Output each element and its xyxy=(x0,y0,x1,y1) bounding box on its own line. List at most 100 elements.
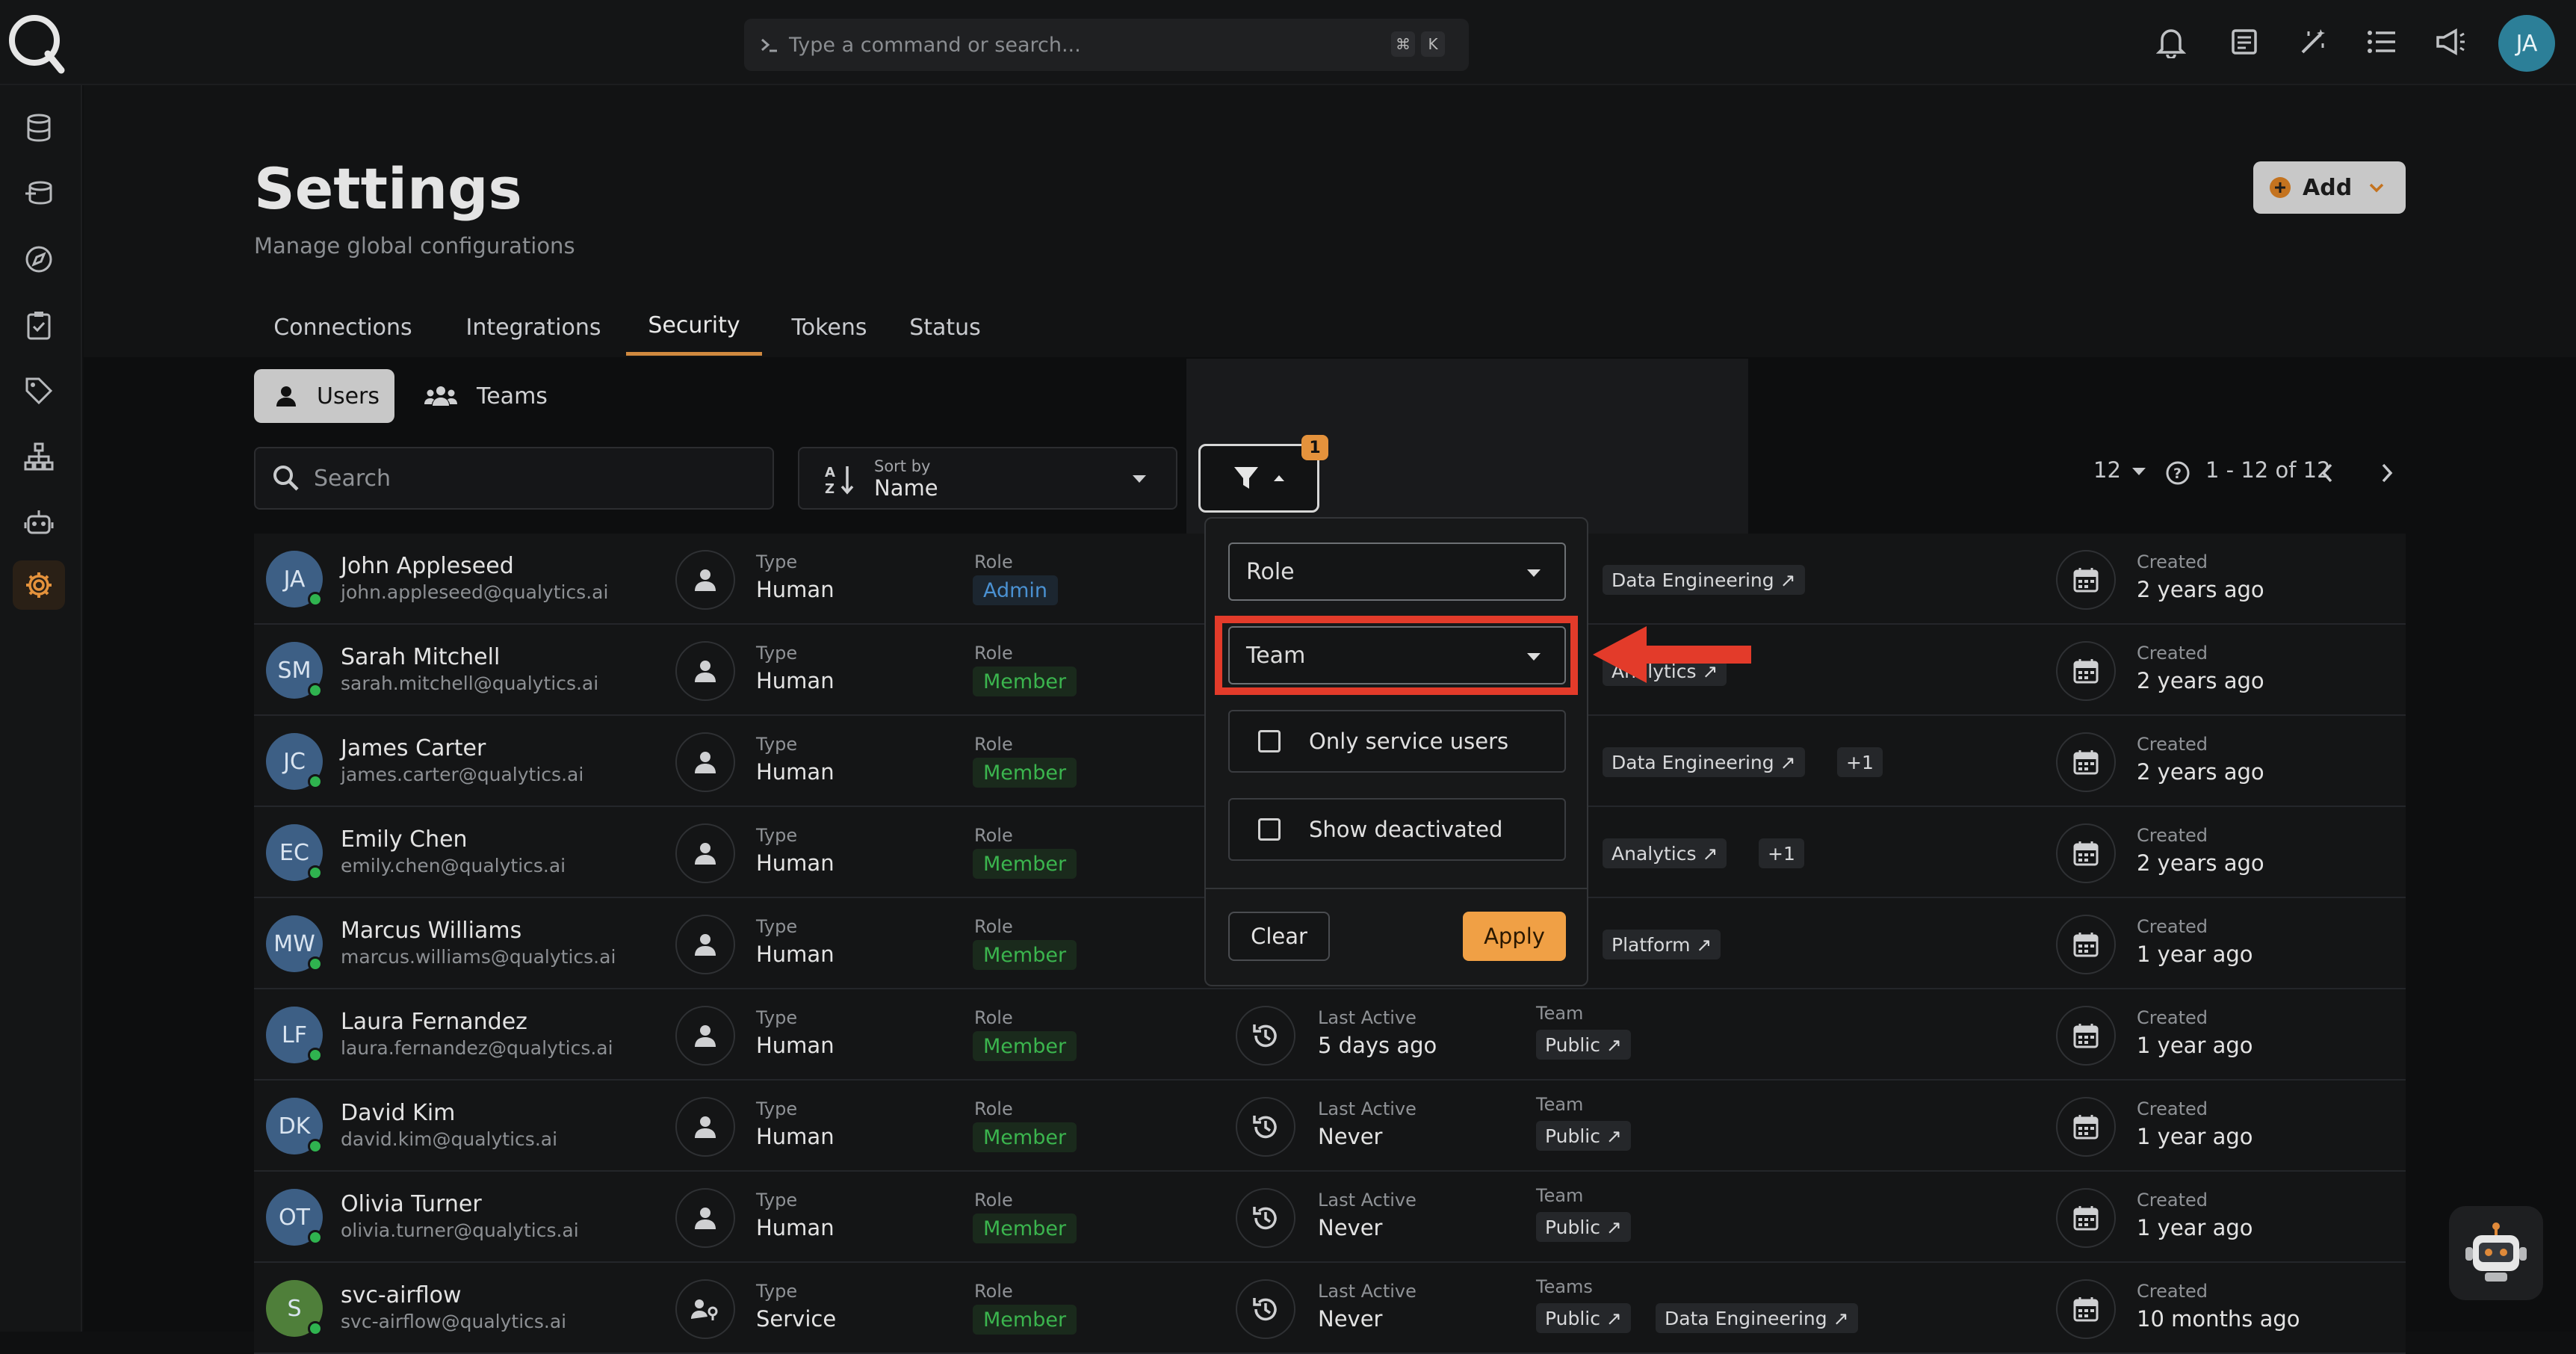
created-value: 2 years ago xyxy=(2137,668,2264,693)
filter-panel: Role Team Only service users Show deacti… xyxy=(1204,517,1588,986)
calendar-icon xyxy=(2056,732,2116,792)
type-label: Type xyxy=(756,825,798,846)
help-icon[interactable]: ? xyxy=(2165,460,2190,486)
filter-count-badge: 1 xyxy=(1301,435,1328,460)
megaphone-icon[interactable] xyxy=(2430,21,2471,63)
filter-icon xyxy=(1234,467,1258,489)
user-name[interactable]: Olivia Turner xyxy=(341,1191,482,1217)
user-name[interactable]: Sarah Mitchell xyxy=(341,644,500,670)
search-input[interactable]: Search xyxy=(254,447,774,510)
created-value: 1 year ago xyxy=(2137,1033,2253,1058)
user-email: laura.fernandez@qualytics.ai xyxy=(341,1037,613,1059)
created-label: Created xyxy=(2137,734,2208,755)
only-service-users-checkbox[interactable]: Only service users xyxy=(1228,710,1566,773)
team-tag[interactable]: Public ↗ xyxy=(1536,1030,1631,1060)
online-status-dot xyxy=(308,956,323,971)
user-email: john.appleseed@qualytics.ai xyxy=(341,581,609,603)
calendar-icon xyxy=(2056,641,2116,701)
team-tag[interactable]: Data Engineering ↗ xyxy=(1603,565,1805,595)
list-icon[interactable] xyxy=(2361,21,2403,63)
role-label: Role xyxy=(974,916,1013,937)
tab-security[interactable]: Security xyxy=(626,299,762,356)
assistant-bot-button[interactable] xyxy=(2449,1206,2543,1300)
add-button[interactable]: Add xyxy=(2253,161,2406,214)
magic-wand-icon[interactable] xyxy=(2292,21,2334,63)
calendar-icon xyxy=(2056,823,2116,883)
type-value: Human xyxy=(756,1215,835,1240)
tab-tokens[interactable]: Tokens xyxy=(777,299,882,356)
type-value: Human xyxy=(756,942,835,967)
user-name[interactable]: Marcus Williams xyxy=(341,918,521,944)
created-value: 2 years ago xyxy=(2137,759,2264,785)
show-deactivated-checkbox[interactable]: Show deactivated xyxy=(1228,798,1566,861)
user-name[interactable]: svc-airflow xyxy=(341,1282,462,1308)
user-icon xyxy=(675,823,735,883)
database-icon[interactable] xyxy=(13,103,65,152)
online-status-dot xyxy=(308,1230,323,1245)
team-tag[interactable]: +1 xyxy=(1759,838,1804,868)
chevron-right-icon[interactable] xyxy=(2379,462,2395,484)
robot-icon[interactable] xyxy=(13,498,65,547)
created-label: Created xyxy=(2137,1190,2208,1211)
terminal-icon xyxy=(761,38,777,52)
tab-status[interactable]: Status xyxy=(894,299,997,356)
compass-icon[interactable] xyxy=(13,235,65,284)
team-tag[interactable]: Data Engineering ↗ xyxy=(1656,1303,1858,1333)
user-icon xyxy=(675,641,735,701)
user-name[interactable]: David Kim xyxy=(341,1100,455,1126)
role-badge: Member xyxy=(973,1214,1077,1243)
team-tag[interactable]: Public ↗ xyxy=(1536,1303,1631,1333)
last-active-value: 5 days ago xyxy=(1318,1033,1437,1058)
table-row[interactable]: OT Olivia Turner olivia.turner@qualytics.a… xyxy=(254,1172,2406,1263)
calendar-icon xyxy=(2056,550,2116,610)
user-avatar[interactable]: JA xyxy=(2498,15,2555,72)
robot-assistant-icon xyxy=(2465,1222,2527,1282)
qualytics-logo[interactable] xyxy=(4,10,69,75)
clear-button[interactable]: Clear xyxy=(1228,912,1330,961)
highlight-box xyxy=(1215,616,1578,695)
created-value: 2 years ago xyxy=(2137,850,2264,876)
sitemap-icon[interactable] xyxy=(13,432,65,481)
team-label: Team xyxy=(1536,1185,1584,1206)
user-name[interactable]: James Carter xyxy=(341,735,486,761)
sort-select[interactable]: AZ Sort by Name xyxy=(798,447,1177,510)
chevron-left-icon[interactable] xyxy=(2319,462,2335,484)
user-name[interactable]: Emily Chen xyxy=(341,826,468,853)
calendar-icon xyxy=(2056,1006,2116,1066)
team-tag[interactable]: Public ↗ xyxy=(1536,1212,1631,1242)
role-select[interactable]: Role xyxy=(1228,542,1566,601)
team-tag[interactable]: +1 xyxy=(1837,747,1883,777)
role-badge: Member xyxy=(973,940,1077,970)
datastore-flow-icon[interactable] xyxy=(13,169,65,218)
user-name[interactable]: Laura Fernandez xyxy=(341,1009,527,1035)
tab-connections[interactable]: Connections xyxy=(254,299,432,356)
user-name[interactable]: John Appleseed xyxy=(341,553,514,579)
bell-icon[interactable] xyxy=(2150,21,2192,63)
gear-icon[interactable] xyxy=(13,560,65,610)
users-segment[interactable]: Users xyxy=(254,369,394,423)
online-status-dot xyxy=(308,592,323,607)
team-tag[interactable]: Data Engineering ↗ xyxy=(1603,747,1805,777)
created-value: 1 year ago xyxy=(2137,1124,2253,1149)
tag-icon[interactable] xyxy=(13,366,65,415)
team-tag[interactable]: Platform ↗ xyxy=(1603,930,1721,959)
role-badge: Member xyxy=(973,1122,1077,1152)
document-icon[interactable] xyxy=(2223,21,2265,63)
role-label: Role xyxy=(974,551,1013,572)
clipboard-check-icon[interactable] xyxy=(13,300,65,350)
table-row[interactable]: Ssvc-airflow svc-airflow@qualytics.ai Type… xyxy=(254,1263,2406,1354)
table-row[interactable]: DK David Kim david.kim@qualytics.ai Type Hum… xyxy=(254,1081,2406,1172)
teams-segment[interactable]: Teams xyxy=(403,369,553,423)
team-tag[interactable]: Public ↗ xyxy=(1536,1121,1631,1151)
tab-integrations[interactable]: Integrations xyxy=(444,299,623,356)
role-badge: Member xyxy=(973,1305,1077,1335)
user-icon xyxy=(675,1006,735,1066)
team-tag[interactable]: Analytics ↗ xyxy=(1603,838,1727,868)
apply-button[interactable]: Apply xyxy=(1463,912,1566,961)
command-search[interactable]: Type a command or search... ⌘ K xyxy=(744,19,1469,71)
per-page-caret-icon[interactable] xyxy=(2131,466,2147,477)
add-label: Add xyxy=(2303,174,2353,201)
per-page-value[interactable]: 12 xyxy=(2093,457,2121,483)
table-row[interactable]: LF Laura Fernandez laura.fernandez@qualyti… xyxy=(254,989,2406,1081)
online-status-dot xyxy=(308,1139,323,1154)
